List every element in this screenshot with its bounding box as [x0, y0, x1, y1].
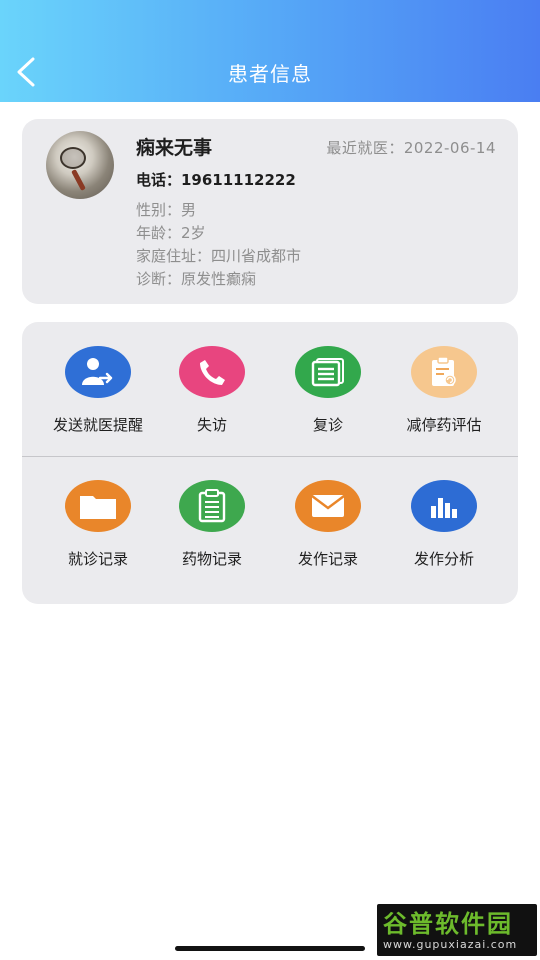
- patient-address: 家庭住址：四川省成都市: [136, 247, 302, 265]
- action-label: 发作记录: [297, 550, 358, 568]
- divider: [22, 456, 518, 457]
- phone-icon: [179, 346, 245, 398]
- patient-gender: 性别：男: [136, 201, 197, 219]
- avatar: [46, 131, 114, 199]
- patient-phone: 电话：19611112222: [136, 171, 296, 189]
- visit-records-button[interactable]: 就诊记录: [38, 480, 158, 569]
- patient-profile-card: 痫来无事 最近就医：2022-06-14 电话：19611112222 性别：男…: [22, 119, 518, 304]
- avatar-image-detail: [71, 169, 86, 191]
- action-label: 发送就医提醒: [52, 416, 143, 434]
- document-stack-icon: [295, 346, 361, 398]
- page-title: 患者信息: [228, 62, 312, 86]
- action-label: 发作分析: [413, 550, 474, 568]
- actions-card: 发送就医提醒 失访 复诊 减停药评估 就诊记录 药物记录 发作记录 发作分析: [22, 322, 518, 604]
- seizure-records-button[interactable]: 发作记录: [268, 480, 388, 569]
- revisit-button[interactable]: 复诊: [268, 346, 388, 435]
- patient-info-screen: 患者信息 痫来无事 最近就医：2022-06-14 电话：19611112222…: [0, 0, 540, 960]
- lost-follow-up-button[interactable]: 失访: [152, 346, 272, 435]
- home-indicator: [175, 946, 365, 951]
- medication-records-button[interactable]: 药物记录: [152, 480, 272, 569]
- action-label: 失访: [196, 416, 227, 434]
- patient-name: 痫来无事: [136, 137, 213, 159]
- avatar-image-detail: [60, 147, 86, 169]
- user-send-icon: [65, 346, 131, 398]
- action-label: 复诊: [312, 416, 343, 434]
- patient-age: 年龄：2岁: [136, 224, 206, 242]
- clipboard-icon: [179, 480, 245, 532]
- send-reminder-button[interactable]: 发送就医提醒: [38, 346, 158, 435]
- action-label: 就诊记录: [67, 550, 128, 568]
- bar-chart-icon: [411, 480, 477, 532]
- action-label: 减停药评估: [406, 416, 482, 434]
- watermark-url: www.gupuxiazai.com: [383, 938, 518, 951]
- app-header: 患者信息: [0, 0, 540, 102]
- last-visit-date: 最近就医：2022-06-14: [326, 139, 496, 157]
- medication-reduction-assessment-button[interactable]: 减停药评估: [384, 346, 504, 435]
- action-label: 药物记录: [181, 550, 242, 568]
- clipboard-refresh-icon: [411, 346, 477, 398]
- seizure-analysis-button[interactable]: 发作分析: [384, 480, 504, 569]
- watermark: 谷普软件园 www.gupuxiazai.com: [377, 904, 537, 956]
- envelope-icon: [295, 480, 361, 532]
- patient-diagnosis: 诊断：原发性癫痫: [136, 270, 257, 288]
- watermark-title: 谷普软件园: [383, 910, 513, 938]
- folder-icon: [65, 480, 131, 532]
